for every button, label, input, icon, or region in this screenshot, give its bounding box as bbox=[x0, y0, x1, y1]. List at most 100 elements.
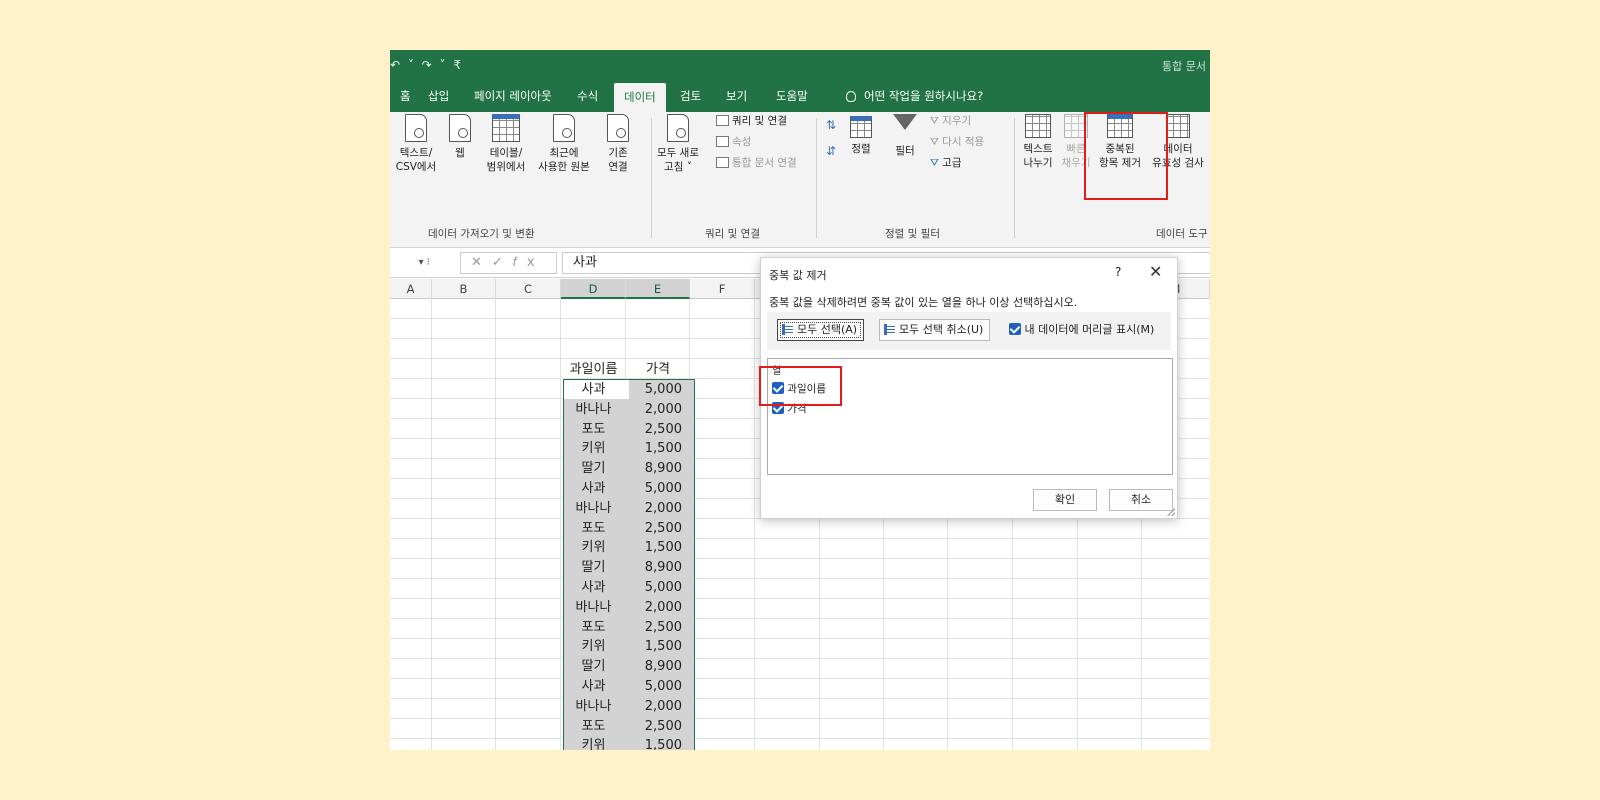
from-table-range-button[interactable]: 테이블/ 범위에서 bbox=[478, 114, 534, 174]
web-icon bbox=[449, 114, 471, 142]
help-button[interactable]: ? bbox=[1115, 265, 1121, 279]
tab-help[interactable]: 도움말 bbox=[766, 81, 818, 112]
cell-price[interactable]: 2,500 bbox=[626, 618, 690, 638]
select-all-button[interactable]: 모두 선택(A) bbox=[777, 319, 865, 341]
clear-filter-label: 지우기 bbox=[942, 115, 972, 127]
cell-price[interactable]: 5,000 bbox=[626, 380, 690, 400]
cell-price[interactable]: 1,500 bbox=[626, 736, 690, 750]
queries-connections-button[interactable]: 쿼리 및 연결 bbox=[716, 113, 787, 128]
recent-sources-label-1: 최근에 bbox=[549, 147, 579, 159]
quick-access-toolbar[interactable]: ↶ ˅ ↷ ˅ ₹ bbox=[390, 58, 463, 72]
ok-button[interactable]: 확인 bbox=[1033, 489, 1097, 511]
cancel-button[interactable]: 취소 bbox=[1109, 489, 1173, 511]
properties-icon bbox=[716, 136, 729, 147]
close-button[interactable]: ✕ bbox=[1149, 262, 1162, 281]
sort-label: 정렬 bbox=[851, 143, 871, 155]
cell-fruit-name[interactable]: 딸기 bbox=[561, 459, 626, 479]
existing-connections-button[interactable]: 기존 연결 bbox=[598, 114, 638, 174]
cell-fruit-name[interactable]: 딸기 bbox=[561, 558, 626, 578]
tell-me-search[interactable]: 어떤 작업을 원하시나요? bbox=[846, 81, 983, 112]
cell-fruit-name[interactable]: 바나나 bbox=[561, 400, 626, 420]
tab-page-layout[interactable]: 페이지 레이아웃 bbox=[464, 81, 562, 112]
cell-price[interactable]: 1,500 bbox=[626, 637, 690, 657]
from-text-csv-label-1: 텍스트/ bbox=[399, 147, 433, 159]
name-box[interactable]: ▾ ⁝ bbox=[390, 252, 430, 274]
sort-button[interactable]: 정렬 bbox=[846, 116, 876, 156]
from-web-button[interactable]: 웹 bbox=[446, 114, 474, 160]
column-header-f[interactable]: F bbox=[690, 279, 755, 299]
cell-price[interactable]: 5,000 bbox=[626, 578, 690, 598]
advanced-filter-button[interactable]: ⛛ 고급 bbox=[930, 155, 962, 170]
formula-buttons[interactable]: ✕✓𝑓x bbox=[460, 252, 557, 274]
cell-price[interactable]: 2,000 bbox=[626, 499, 690, 519]
text-to-columns-label-2: 나누기 bbox=[1023, 157, 1053, 169]
cell-fruit-name[interactable]: 사과 bbox=[561, 578, 626, 598]
cell-fruit-name[interactable]: 사과 bbox=[561, 380, 626, 400]
cell-price[interactable]: 8,900 bbox=[626, 657, 690, 677]
cell-fruit-name[interactable]: 딸기 bbox=[561, 657, 626, 677]
tab-formulas[interactable]: 수식 bbox=[567, 81, 608, 112]
column-header-c[interactable]: C bbox=[496, 279, 561, 299]
reapply-button[interactable]: ⛛ 다시 적용 bbox=[930, 134, 984, 149]
tab-review[interactable]: 검토 bbox=[670, 81, 711, 112]
header-cell-fruit-name[interactable]: 과일이름 bbox=[561, 360, 626, 380]
unselect-all-button[interactable]: 모두 선택 취소(U) bbox=[879, 319, 991, 341]
cell-price[interactable]: 5,000 bbox=[626, 677, 690, 697]
data-validation-icon bbox=[1166, 114, 1190, 138]
edit-links-button[interactable]: 통합 문서 연결 bbox=[716, 155, 797, 170]
ribbon-tabs: 홈 삽입 페이지 레이아웃 수식 데이터 검토 보기 도움말 어떤 작업을 원하… bbox=[390, 81, 1210, 112]
recent-sources-button[interactable]: 최근에 사용한 원본 bbox=[534, 114, 594, 174]
cell-fruit-name[interactable]: 키위 bbox=[561, 538, 626, 558]
resize-grip-icon[interactable] bbox=[1167, 508, 1175, 516]
cell-price[interactable]: 2,500 bbox=[626, 519, 690, 539]
cell-price[interactable]: 1,500 bbox=[626, 538, 690, 558]
cell-price[interactable]: 2,500 bbox=[626, 420, 690, 440]
cell-fruit-name[interactable]: 바나나 bbox=[561, 598, 626, 618]
tab-data[interactable]: 데이터 bbox=[614, 83, 666, 112]
cell-price[interactable]: 2,500 bbox=[626, 717, 690, 737]
cell-fruit-name[interactable]: 사과 bbox=[561, 677, 626, 697]
column-header-e[interactable]: E bbox=[626, 279, 690, 299]
cell-fruit-name[interactable]: 사과 bbox=[561, 479, 626, 499]
cell-price[interactable]: 2,000 bbox=[626, 598, 690, 618]
cell-fruit-name[interactable]: 키위 bbox=[561, 439, 626, 459]
cell-price[interactable]: 1,500 bbox=[626, 439, 690, 459]
tab-home[interactable]: 홈 bbox=[390, 81, 421, 112]
column-header-b[interactable]: B bbox=[432, 279, 496, 299]
cell-fruit-name[interactable]: 바나나 bbox=[561, 499, 626, 519]
ribbon-divider bbox=[1014, 118, 1015, 238]
unselect-all-label: 모두 선택 취소(U) bbox=[899, 323, 984, 336]
refresh-all-button[interactable]: 모두 새로 고침 ˅ bbox=[652, 114, 704, 174]
filter-button[interactable]: 필터 bbox=[890, 114, 920, 158]
clear-filter-button[interactable]: ⛛ 지우기 bbox=[930, 113, 971, 128]
column-header-a[interactable]: A bbox=[390, 279, 432, 299]
excel-window: ↶ ˅ ↷ ˅ ₹ 통합 문서 홈 삽입 페이지 레이아웃 수식 데이터 검토 … bbox=[390, 50, 1210, 750]
has-headers-checkbox[interactable]: 내 데이터에 머리글 표시(M) bbox=[1009, 321, 1154, 337]
cell-price[interactable]: 2,000 bbox=[626, 400, 690, 420]
cell-fruit-name[interactable]: 포도 bbox=[561, 420, 626, 440]
tab-insert[interactable]: 삽입 bbox=[418, 81, 459, 112]
header-cell-price[interactable]: 가격 bbox=[626, 360, 690, 380]
existing-connections-label-2: 연결 bbox=[608, 161, 628, 173]
cell-price[interactable]: 5,000 bbox=[626, 479, 690, 499]
cell-fruit-name[interactable]: 포도 bbox=[561, 717, 626, 737]
cell-fruit-name[interactable]: 포도 bbox=[561, 618, 626, 638]
sort-za-button[interactable]: ⇵ bbox=[822, 144, 840, 158]
cell-price[interactable]: 8,900 bbox=[626, 459, 690, 479]
from-text-csv-button[interactable]: 텍스트/ CSV에서 bbox=[390, 114, 442, 174]
text-to-columns-button[interactable]: 텍스트 나누기 bbox=[1018, 114, 1058, 170]
clear-filter-icon: ⛛ bbox=[930, 115, 943, 127]
tab-view[interactable]: 보기 bbox=[716, 81, 757, 112]
cell-fruit-name[interactable]: 키위 bbox=[561, 637, 626, 657]
reapply-label: 다시 적용 bbox=[942, 136, 985, 148]
highlight-column-checkboxes bbox=[759, 366, 842, 406]
document-title: 통합 문서 bbox=[1162, 60, 1206, 73]
column-header-d[interactable]: D bbox=[561, 279, 626, 299]
properties-button[interactable]: 속성 bbox=[716, 134, 751, 149]
cell-price[interactable]: 2,000 bbox=[626, 697, 690, 717]
cell-price[interactable]: 8,900 bbox=[626, 558, 690, 578]
cell-fruit-name[interactable]: 포도 bbox=[561, 519, 626, 539]
sort-az-button[interactable]: ⇅ bbox=[822, 118, 840, 132]
cell-fruit-name[interactable]: 바나나 bbox=[561, 697, 626, 717]
cell-fruit-name[interactable]: 키위 bbox=[561, 736, 626, 750]
